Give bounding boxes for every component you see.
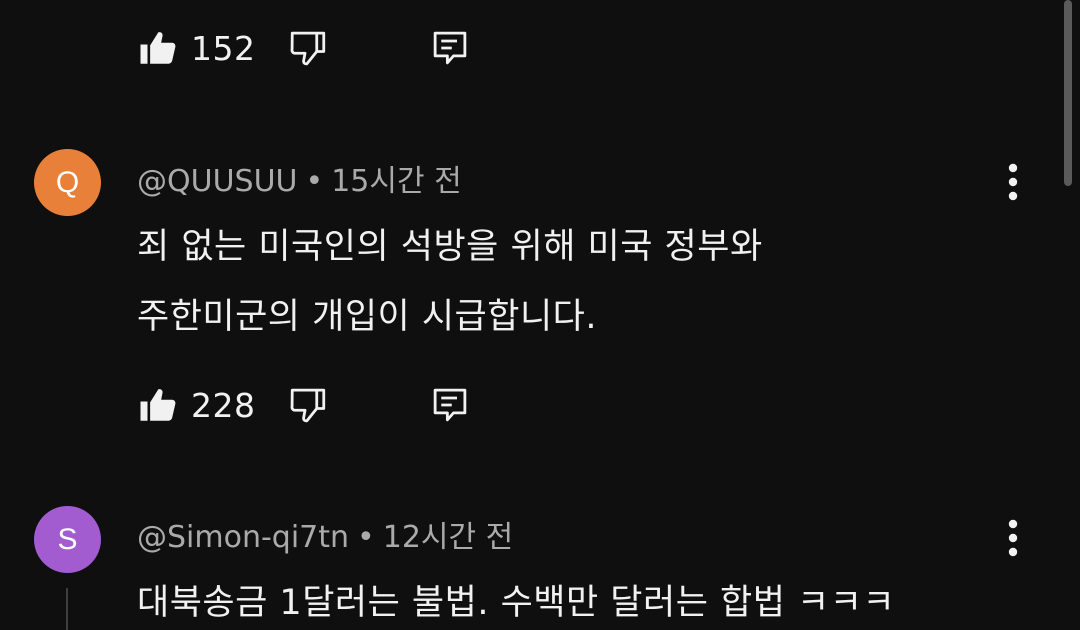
comment-text-line: 주한미군의 개입이 시급합니다. [137,297,597,337]
comment-author[interactable]: @Simon-qi7tn [137,520,349,555]
meta-separator: • [357,520,375,555]
reply-comment-icon[interactable] [429,27,471,69]
thumbs-down-icon[interactable] [287,27,329,69]
more-vertical-icon[interactable] [998,517,1028,559]
reply-thread-line [66,588,68,630]
scrollbar[interactable] [1064,0,1072,186]
like-count: 228 [191,385,256,425]
comment-actions: 228 [137,380,471,430]
thumbs-up-icon[interactable] [137,384,179,426]
meta-separator: • [305,164,324,199]
like-count: 152 [191,28,256,68]
avatar[interactable]: S [34,506,101,573]
thumbs-up-icon[interactable] [137,27,179,69]
comment-actions: 152 [137,23,471,73]
reply-comment-icon[interactable] [429,384,471,426]
avatar-letter: S [57,522,78,556]
comment-text-line: 죄 없는 미국인의 석방을 위해 미국 정부와 [137,227,763,267]
comment-meta: @Simon-qi7tn • 12시간 전 [137,512,513,556]
thumbs-down-icon[interactable] [287,384,329,426]
comment-time: 15시간 전 [331,164,462,199]
comment-author[interactable]: @QUUSUU [137,164,298,199]
avatar-letter: Q [55,165,80,199]
comment-text-line: 대북송금 1달러는 불법. 수백만 달러는 합법 ㅋㅋㅋ [137,583,896,623]
comment-time: 12시간 전 [382,520,514,555]
comment-meta: @QUUSUU • 15시간 전 [137,156,462,200]
more-vertical-icon[interactable] [998,161,1028,203]
avatar[interactable]: Q [34,149,101,216]
